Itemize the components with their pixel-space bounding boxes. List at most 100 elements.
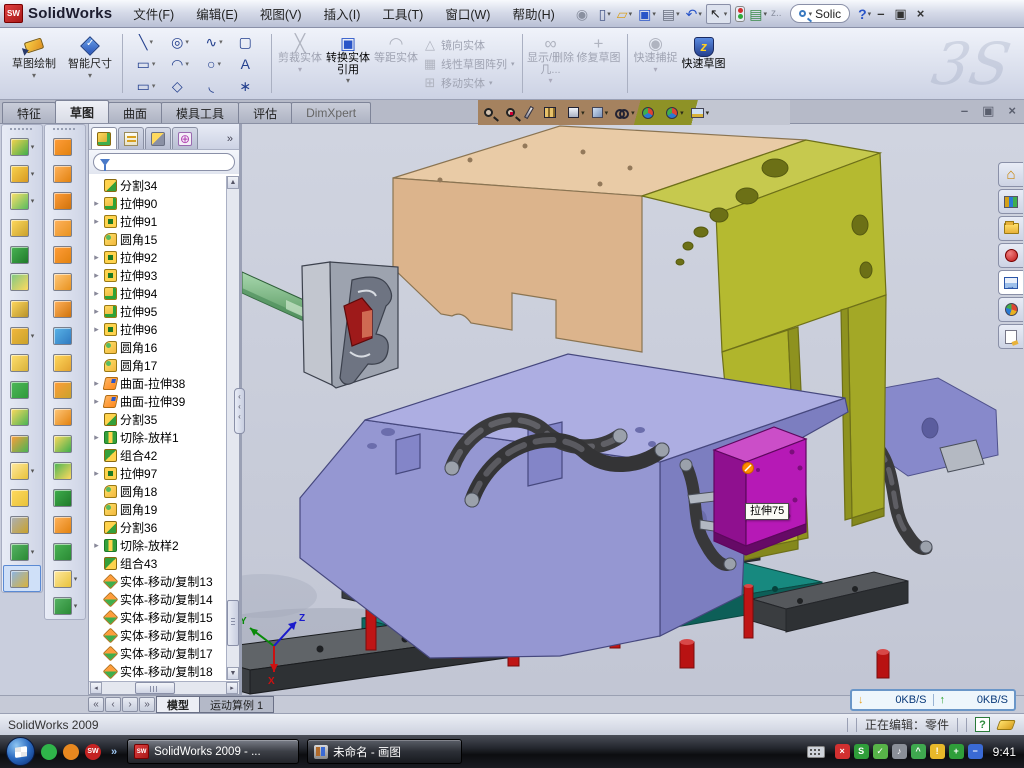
child-minimize-button[interactable]: –: [961, 103, 968, 119]
tree-item[interactable]: 组合42: [90, 446, 225, 464]
quick-tips-icon[interactable]: ?: [975, 717, 990, 732]
more-tabs-button[interactable]: »: [227, 133, 237, 149]
trim-entities-button[interactable]: ╳ 剪裁实体▾: [276, 30, 324, 97]
caret-icon[interactable]: ▾: [676, 10, 680, 18]
tree-item[interactable]: 拉伸91: [90, 212, 225, 230]
toolbar-button[interactable]: ▾: [46, 187, 84, 214]
toolbar-button[interactable]: ▾: [3, 484, 41, 511]
menu-item[interactable]: 工具(T): [371, 0, 434, 27]
sheet-tab[interactable]: 运动算例 1: [199, 696, 274, 713]
tree-item[interactable]: 分割35: [90, 410, 225, 428]
repair-sketch-button[interactable]: + 修复草图: [575, 30, 623, 97]
toolbar-button[interactable]: ▾: [3, 133, 41, 160]
sketch-entity-button[interactable]: ∿ ▾: [197, 31, 231, 53]
sketch-entity-button[interactable]: ○ ▾: [197, 53, 231, 75]
menu-item[interactable]: 文件(F): [122, 0, 185, 27]
sheet-nav-button[interactable]: ‹: [105, 697, 121, 712]
zoom-fit-icon[interactable]: ▾: [484, 108, 499, 117]
tree-item[interactable]: 实体-移动/复制14: [90, 590, 225, 608]
taskpane-appearances-tab[interactable]: [998, 297, 1023, 322]
undo-icon[interactable]: ↶ ▾: [684, 6, 704, 22]
tree-item[interactable]: 实体-移动/复制15: [90, 608, 225, 626]
propertymanager-tab[interactable]: [118, 127, 144, 149]
sketch-entity-button[interactable]: ▭ ▾: [129, 75, 163, 97]
sheet-nav-button[interactable]: «: [88, 697, 104, 712]
view-orientation-icon[interactable]: ▾: [544, 107, 562, 118]
keyboard-icon[interactable]: [807, 746, 825, 758]
tree-item[interactable]: 拉伸94: [90, 284, 225, 302]
display-style-icon[interactable]: ▾: [568, 107, 585, 118]
sketch-entity-button[interactable]: ╲ ▾: [129, 31, 163, 53]
caret-icon[interactable]: ▾: [152, 82, 156, 90]
lightning-icon[interactable]: z..: [769, 6, 784, 22]
taskpane-search-tab[interactable]: [998, 243, 1023, 268]
scroll-left-button[interactable]: ◂: [90, 682, 102, 694]
caret-icon[interactable]: ▾: [629, 10, 633, 18]
toolbar-button[interactable]: ▾: [46, 565, 84, 592]
tray-sync-icon[interactable]: −: [968, 744, 983, 759]
scroll-down-button[interactable]: ▼: [227, 667, 239, 680]
menu-pin-icon[interactable]: ◉ ▾: [574, 6, 595, 22]
sketch-entity-button[interactable]: ◇ ▾: [163, 75, 197, 97]
taskpane-view-palette-tab[interactable]: [998, 270, 1023, 295]
tree-item[interactable]: 组合43: [90, 554, 225, 572]
rapid-sketch-button[interactable]: 快速草图: [680, 30, 728, 97]
tray-network-warning-icon[interactable]: !: [930, 744, 945, 759]
toolbar-button[interactable]: ▾: [46, 592, 84, 619]
sheet-nav-button[interactable]: »: [139, 697, 155, 712]
restore-button[interactable]: ▣: [894, 6, 906, 22]
scroll-thumb[interactable]: [135, 682, 175, 694]
zoom-area-icon[interactable]: ▾: [506, 108, 521, 117]
taskbar-button-solidworks[interactable]: SW SolidWorks 2009 - ...: [127, 739, 299, 764]
configurationmanager-tab[interactable]: [145, 127, 171, 149]
sheet-nav-button[interactable]: ›: [122, 697, 138, 712]
featuremanager-tab[interactable]: [91, 127, 117, 149]
toolbar-button[interactable]: ▾: [3, 187, 41, 214]
hide-show-items-icon[interactable]: ▾: [592, 107, 609, 118]
quick-launch-app-icon[interactable]: [63, 744, 79, 760]
glasses-icon[interactable]: ▾: [615, 109, 635, 117]
sketch-entity-button[interactable]: ▢ ▾: [231, 31, 265, 53]
tray-update-icon[interactable]: ✓: [873, 744, 888, 759]
toolbar-button[interactable]: ▾: [3, 538, 41, 565]
menu-item[interactable]: 编辑(E): [185, 0, 249, 27]
scroll-right-button[interactable]: ▸: [226, 682, 238, 694]
taskpane-custom-properties-tab[interactable]: [998, 324, 1023, 349]
quick-launch-messenger-icon[interactable]: [41, 744, 57, 760]
tree-item[interactable]: 拉伸92: [90, 248, 225, 266]
caret-icon[interactable]: ▾: [149, 38, 153, 46]
search-input[interactable]: ▾ Solic: [790, 4, 851, 23]
sketch-button[interactable]: 草图绘制▾: [6, 30, 62, 97]
toolbar-button[interactable]: ▾: [3, 322, 41, 349]
tray-health-icon[interactable]: +: [949, 744, 964, 759]
ribbon-tab[interactable]: 特征: [2, 102, 56, 123]
ribbon-tab[interactable]: 评估: [238, 102, 292, 123]
child-restore-button[interactable]: ▣: [982, 103, 994, 119]
child-close-button[interactable]: ×: [1008, 103, 1016, 119]
menu-item[interactable]: 插入(I): [313, 0, 372, 27]
select-cursor-button[interactable]: ↖▾: [706, 4, 731, 24]
tree-horizontal-scrollbar[interactable]: ◂ ▸: [89, 681, 239, 694]
scene-ball-icon[interactable]: ▾: [666, 107, 684, 119]
toolbar-button[interactable]: ▾: [3, 214, 41, 241]
taskpane-design-library-tab[interactable]: [998, 189, 1023, 214]
scene-edit-icon[interactable]: ▾: [691, 108, 710, 118]
toolbar-button[interactable]: ▾: [3, 457, 41, 484]
tree-item[interactable]: 圆角19: [90, 500, 225, 518]
caret-icon[interactable]: ▾: [185, 60, 189, 68]
tree-item[interactable]: 圆角17: [90, 356, 225, 374]
tree-item[interactable]: 实体-移动/复制16: [90, 626, 225, 644]
sketch-entity-button[interactable]: ▭ ▾: [129, 53, 163, 75]
tree-item[interactable]: 圆角16: [90, 338, 225, 356]
toolbar-button[interactable]: ▾: [3, 349, 41, 376]
close-button[interactable]: ×: [917, 6, 925, 22]
toolbar-button[interactable]: ▾: [46, 376, 84, 403]
caret-icon[interactable]: ▾: [152, 60, 156, 68]
toolbar-button[interactable]: ▾: [3, 295, 41, 322]
smart-dimension-button[interactable]: 智能尺寸▾: [62, 30, 118, 97]
toolbar-button[interactable]: ▾: [46, 403, 84, 430]
caret-icon[interactable]: ▾: [219, 38, 223, 46]
ribbon-tab[interactable]: DimXpert: [291, 102, 371, 123]
caret-icon[interactable]: ▾: [698, 10, 702, 18]
tree-item[interactable]: 曲面-拉伸38: [90, 374, 225, 392]
